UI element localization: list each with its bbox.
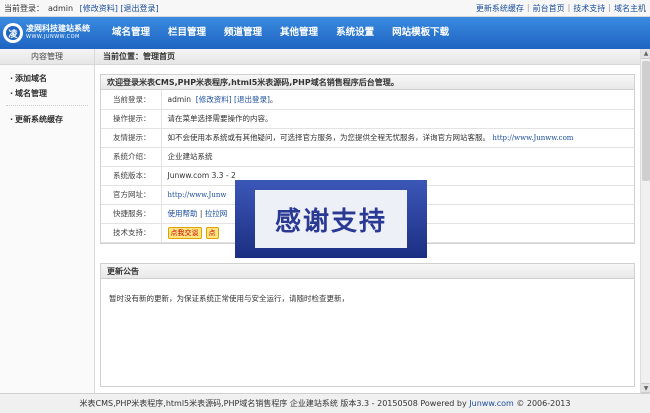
table-row: 操作提示： 请在菜单选择需要操作的内容。 (101, 109, 634, 129)
news-heading: 更新公告 (101, 264, 634, 279)
thanks-text: 感谢支持 (255, 190, 407, 248)
logout-link[interactable]: [退出登录] (120, 4, 158, 13)
logout-link-2[interactable]: [退出登录] (234, 95, 270, 104)
nav-domain-manage[interactable]: 域名管理 (103, 17, 159, 49)
row-value: 企业建站系统 (161, 147, 634, 167)
nav-other-manage[interactable]: 其他管理 (271, 17, 327, 49)
sidebar-title: 内容管理 (0, 49, 94, 65)
divider: | (526, 2, 530, 12)
scroll-up-icon[interactable]: ▲ (641, 49, 650, 59)
edit-profile-link[interactable]: [修改资料] (80, 4, 118, 13)
nav-column-manage[interactable]: 栏目管理 (159, 17, 215, 49)
logo-name: 凌网科技建站系统 (26, 24, 90, 33)
breadcrumb: 当前位置：管理首页 (95, 49, 640, 65)
row-key: 技术支持： (101, 223, 162, 243)
table-row: 友情提示： 如不会使用本系统或有其他疑问，可选择官方服务，为您提供全程无忧服务，… (101, 128, 634, 148)
sidebar-item-domain-manage[interactable]: 域名管理 (0, 86, 94, 101)
news-text: 暂时没有新的更新，为保证系统正常使用与安全运行，请随时检查更新， (109, 294, 349, 303)
tech-support-link[interactable]: 技术支持 (573, 3, 605, 14)
logo[interactable]: 凌 凌网科技建站系统 WWW.JUNWW.COM (0, 17, 95, 49)
divider: | (608, 2, 611, 12)
sidebar-item-update-cache[interactable]: 更新系统缓存 (0, 112, 94, 127)
divider: | (567, 2, 571, 12)
nav-channel-manage[interactable]: 频道管理 (215, 17, 271, 49)
official-url-link[interactable]: http://www.Junw (168, 191, 227, 199)
row-key: 快捷服务： (101, 204, 162, 224)
table-row: 当前登录： admin [修改资料] [退出登录]。 (101, 90, 634, 110)
main-nav: 域名管理 栏目管理 频道管理 其他管理 系统设置 网站模板下载 (103, 17, 458, 49)
help-link[interactable]: 使用帮助 (168, 209, 198, 218)
thanks-overlay: 感谢支持 (235, 180, 427, 258)
qq-chat-button[interactable]: 点我交谈 (167, 226, 202, 239)
logo-icon: 凌 (3, 23, 23, 43)
sidebar: 内容管理 添加域名 域名管理 更新系统缓存 (0, 49, 95, 393)
nav-template-download[interactable]: 网站模板下载 (383, 17, 458, 49)
sidebar-divider (6, 105, 88, 106)
row-suffix: 。 (269, 94, 278, 104)
sidebar-menu: 添加域名 域名管理 (0, 65, 94, 101)
news-panel: 更新公告 暂时没有新的更新，为保证系统正常使用与安全运行，请随时检查更新， (100, 263, 635, 387)
sidebar-item-add-domain[interactable]: 添加域名 (0, 71, 94, 86)
footer-copyright: © 2006-2013 (516, 399, 571, 408)
footer: 米表CMS,PHP米表程序,html5米表源码,PHP域名销售程序 企业建站系统… (0, 393, 650, 413)
table-row: 系统介绍： 企业建站系统 (101, 147, 634, 167)
top-bar: 当前登录： admin [修改资料] [退出登录] 更新系统缓存 | 前台首页 | 技… (0, 0, 650, 17)
footer-brand-link[interactable]: Junww.com (469, 399, 513, 408)
scrollbar[interactable]: ▲ ▼ (640, 49, 650, 393)
top-links: 更新系统缓存 | 前台首页 | 技术支持 | 域名主机 (476, 3, 646, 14)
login-label: 当前登录： (4, 3, 44, 13)
login-user: admin (48, 3, 74, 13)
sidebar-menu-2: 更新系统缓存 (0, 110, 94, 127)
header: 凌 凌网科技建站系统 WWW.JUNWW.COM 域名管理 栏目管理 频道管理 … (0, 17, 650, 49)
row-value: 如不会使用本系统或有其他疑问，可选择官方服务，为您提供全程无忧服务，详询官方网站… (167, 133, 491, 142)
row-key: 当前登录： (101, 90, 162, 110)
scroll-thumb[interactable] (642, 61, 650, 181)
row-key: 操作提示： (101, 109, 162, 129)
divider: | (199, 209, 203, 218)
row-key: 系统介绍： (101, 147, 162, 167)
lala-link[interactable]: 拉拉网 (205, 209, 228, 218)
footer-text: 米表CMS,PHP米表程序,html5米表源码,PHP域名销售程序 企业建站系统… (79, 399, 467, 408)
official-site-link[interactable]: http://www.Junww.com (492, 134, 573, 142)
logo-mark: 凌 (6, 26, 20, 40)
row-key: 友情提示： (101, 128, 162, 148)
edit-profile-link-2[interactable]: [修改资料] (196, 95, 232, 104)
logo-url: WWW.JUNWW.COM (26, 34, 80, 40)
nav-system-settings[interactable]: 系统设置 (327, 17, 383, 49)
scroll-down-icon[interactable]: ▼ (641, 383, 650, 393)
row-key: 系统版本： (101, 166, 162, 186)
login-info: 当前登录： admin [修改资料] [退出登录] (4, 3, 159, 14)
update-cache-link[interactable]: 更新系统缓存 (476, 3, 524, 14)
qq-chat-button-2[interactable]: 点 (205, 226, 219, 239)
row-key: 官方网址： (101, 185, 162, 205)
row-value: 请在菜单选择需要操作的内容。 (161, 109, 634, 129)
domain-host-link[interactable]: 域名主机 (614, 3, 646, 14)
current-user: admin (167, 94, 192, 104)
welcome-heading: 欢迎登录米表CMS,PHP米表程序,html5米表源码,PHP域名销售程序后台管… (101, 75, 634, 90)
front-home-link[interactable]: 前台首页 (533, 3, 565, 14)
